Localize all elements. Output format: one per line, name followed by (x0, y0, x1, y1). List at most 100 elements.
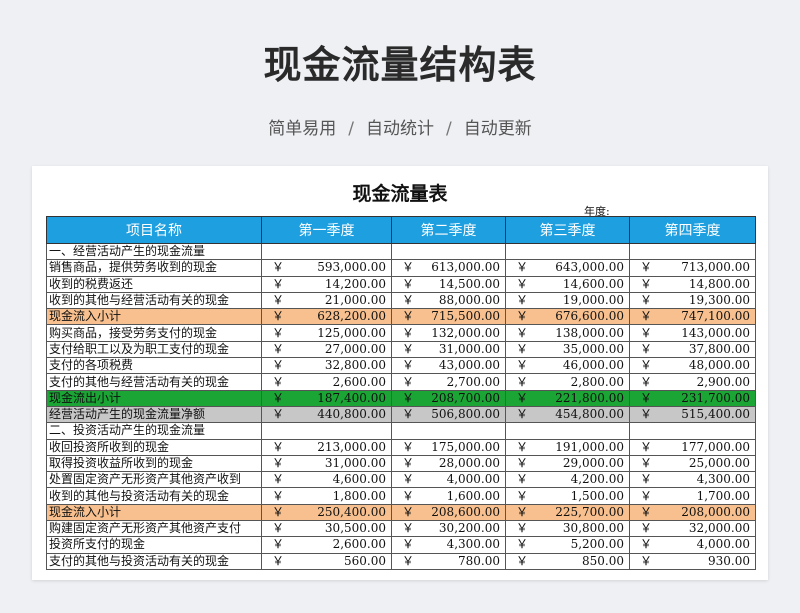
value-cell[interactable]: ￥ 1,700.00 (629, 487, 756, 505)
row-label-cell[interactable]: 支付的各项税费 (46, 357, 262, 375)
value-cell[interactable]: ￥ 125,000.00 (261, 324, 392, 342)
value-cell[interactable]: ￥ 30,500.00 (261, 520, 392, 538)
column-header[interactable]: 第一季度 (261, 216, 392, 244)
value-cell[interactable]: ￥ 515,400.00 (629, 405, 756, 424)
value-cell[interactable] (505, 242, 630, 261)
value-cell[interactable]: ￥ 25,000.00 (629, 454, 756, 473)
value-cell[interactable]: ￥ 2,600.00 (261, 536, 392, 554)
value-cell[interactable]: ￥ 225,700.00 (505, 503, 630, 522)
value-cell[interactable]: ￥ 676,600.00 (505, 308, 630, 326)
value-cell[interactable]: ￥ 21,000.00 (261, 291, 392, 310)
value-cell[interactable] (391, 242, 506, 261)
value-cell[interactable]: ￥ 4,600.00 (261, 471, 392, 489)
value-cell[interactable] (261, 242, 392, 261)
value-cell[interactable]: ￥ 175,000.00 (391, 438, 506, 456)
column-header[interactable]: 第四季度 (629, 216, 756, 244)
value-cell[interactable]: ￥ 46,000.00 (505, 357, 630, 375)
value-cell[interactable]: ￥ 37,800.00 (629, 340, 756, 359)
value-cell[interactable]: ￥ 1,500.00 (505, 487, 630, 505)
row-label-cell[interactable]: 一、经营活动产生的现金流量 (46, 242, 262, 261)
value-cell[interactable]: ￥ 1,800.00 (261, 487, 392, 505)
row-label-cell[interactable]: 支付的其他与投资活动有关的现金 (46, 552, 262, 570)
value-cell[interactable]: ￥ 454,800.00 (505, 405, 630, 424)
value-cell[interactable]: ￥ 593,000.00 (261, 259, 392, 277)
value-cell[interactable]: ￥ 643,000.00 (505, 259, 630, 277)
value-cell[interactable]: ￥ 780.00 (391, 552, 506, 570)
value-cell[interactable]: ￥ 191,000.00 (505, 438, 630, 456)
value-cell[interactable]: ￥ 613,000.00 (391, 259, 506, 277)
row-label-cell[interactable]: 现金流入小计 (46, 308, 262, 326)
value-cell[interactable]: ￥ 31,000.00 (261, 454, 392, 473)
row-label-cell[interactable]: 经营活动产生的现金流量净额 (46, 405, 262, 424)
value-cell[interactable]: ￥ 2,700.00 (391, 373, 506, 391)
value-cell[interactable]: ￥ 32,000.00 (629, 520, 756, 538)
value-cell[interactable]: ￥ 177,000.00 (629, 438, 756, 456)
value-cell[interactable]: ￥ 4,300.00 (629, 471, 756, 489)
value-cell[interactable]: ￥ 208,600.00 (391, 503, 506, 522)
value-cell[interactable]: ￥ 4,200.00 (505, 471, 630, 489)
value-cell[interactable]: ￥ 506,800.00 (391, 405, 506, 424)
value-cell[interactable]: ￥ 138,000.00 (505, 324, 630, 342)
value-cell[interactable]: ￥ 4,000.00 (391, 471, 506, 489)
value-cell[interactable]: ￥ 14,800.00 (629, 275, 756, 293)
value-cell[interactable] (629, 422, 756, 440)
value-cell[interactable]: ￥ 628,200.00 (261, 308, 392, 326)
value-cell[interactable]: ￥ 32,800.00 (261, 357, 392, 375)
value-cell[interactable]: ￥ 221,800.00 (505, 389, 630, 407)
value-cell[interactable]: ￥ 715,500.00 (391, 308, 506, 326)
row-label-cell[interactable]: 收到的税费返还 (46, 275, 262, 293)
row-label-cell[interactable]: 投资所支付的现金 (46, 536, 262, 554)
row-label-cell[interactable]: 支付给职工以及为职工支付的现金 (46, 340, 262, 359)
value-cell[interactable]: ￥ 48,000.00 (629, 357, 756, 375)
row-label-cell[interactable]: 购买商品，接受劳务支付的现金 (46, 324, 262, 342)
value-cell[interactable]: ￥ 31,000.00 (391, 340, 506, 359)
row-label-cell[interactable]: 现金流出小计 (46, 389, 262, 407)
value-cell[interactable]: ￥ 88,000.00 (391, 291, 506, 310)
row-label-cell[interactable]: 支付的其他与经营活动有关的现金 (46, 373, 262, 391)
value-cell[interactable]: ￥ 5,200.00 (505, 536, 630, 554)
value-cell[interactable]: ￥ 250,400.00 (261, 503, 392, 522)
value-cell[interactable]: ￥ 850.00 (505, 552, 630, 570)
value-cell[interactable]: ￥ 29,000.00 (505, 454, 630, 473)
value-cell[interactable]: ￥ 560.00 (261, 552, 392, 570)
value-cell[interactable]: ￥ 132,000.00 (391, 324, 506, 342)
value-cell[interactable] (391, 422, 506, 440)
value-cell[interactable]: ￥ 1,600.00 (391, 487, 506, 505)
value-cell[interactable]: ￥ 208,000.00 (629, 503, 756, 522)
value-cell[interactable]: ￥ 30,800.00 (505, 520, 630, 538)
value-cell[interactable]: ￥ 19,000.00 (505, 291, 630, 310)
row-label-cell[interactable]: 收到的其他与经营活动有关的现金 (46, 291, 262, 310)
value-cell[interactable]: ￥ 27,000.00 (261, 340, 392, 359)
value-cell[interactable]: ￥ 713,000.00 (629, 259, 756, 277)
value-cell[interactable] (629, 242, 756, 261)
value-cell[interactable] (505, 422, 630, 440)
value-cell[interactable]: ￥ 4,000.00 (629, 536, 756, 554)
column-header[interactable]: 第二季度 (391, 216, 506, 244)
value-cell[interactable]: ￥ 213,000.00 (261, 438, 392, 456)
value-cell[interactable]: ￥ 14,200.00 (261, 275, 392, 293)
value-cell[interactable]: ￥ 4,300.00 (391, 536, 506, 554)
value-cell[interactable]: ￥ 2,900.00 (629, 373, 756, 391)
row-label-cell[interactable]: 处置固定资产无形资产其他资产收到 (46, 471, 262, 489)
row-label-cell[interactable]: 收回投资所收到的现金 (46, 438, 262, 456)
value-cell[interactable]: ￥ 2,600.00 (261, 373, 392, 391)
value-cell[interactable]: ￥ 28,000.00 (391, 454, 506, 473)
value-cell[interactable]: ￥ 35,000.00 (505, 340, 630, 359)
value-cell[interactable]: ￥ 14,600.00 (505, 275, 630, 293)
row-label-cell[interactable]: 收到的其他与投资活动有关的现金 (46, 487, 262, 505)
value-cell[interactable]: ￥ 14,500.00 (391, 275, 506, 293)
value-cell[interactable]: ￥ 930.00 (629, 552, 756, 570)
value-cell[interactable]: ￥ 747,100.00 (629, 308, 756, 326)
row-label-cell[interactable]: 二、投资活动产生的现金流量 (46, 422, 262, 440)
row-label-cell[interactable]: 取得投资收益所收到的现金 (46, 454, 262, 473)
value-cell[interactable]: ￥ 2,800.00 (505, 373, 630, 391)
column-header[interactable]: 第三季度 (505, 216, 630, 244)
value-cell[interactable]: ￥ 143,000.00 (629, 324, 756, 342)
value-cell[interactable]: ￥ 440,800.00 (261, 405, 392, 424)
value-cell[interactable]: ￥ 19,300.00 (629, 291, 756, 310)
value-cell[interactable]: ￥ 208,700.00 (391, 389, 506, 407)
row-label-cell[interactable]: 现金流入小计 (46, 503, 262, 522)
value-cell[interactable]: ￥ 30,200.00 (391, 520, 506, 538)
column-header[interactable]: 项目名称 (46, 216, 262, 244)
value-cell[interactable]: ￥ 231,700.00 (629, 389, 756, 407)
